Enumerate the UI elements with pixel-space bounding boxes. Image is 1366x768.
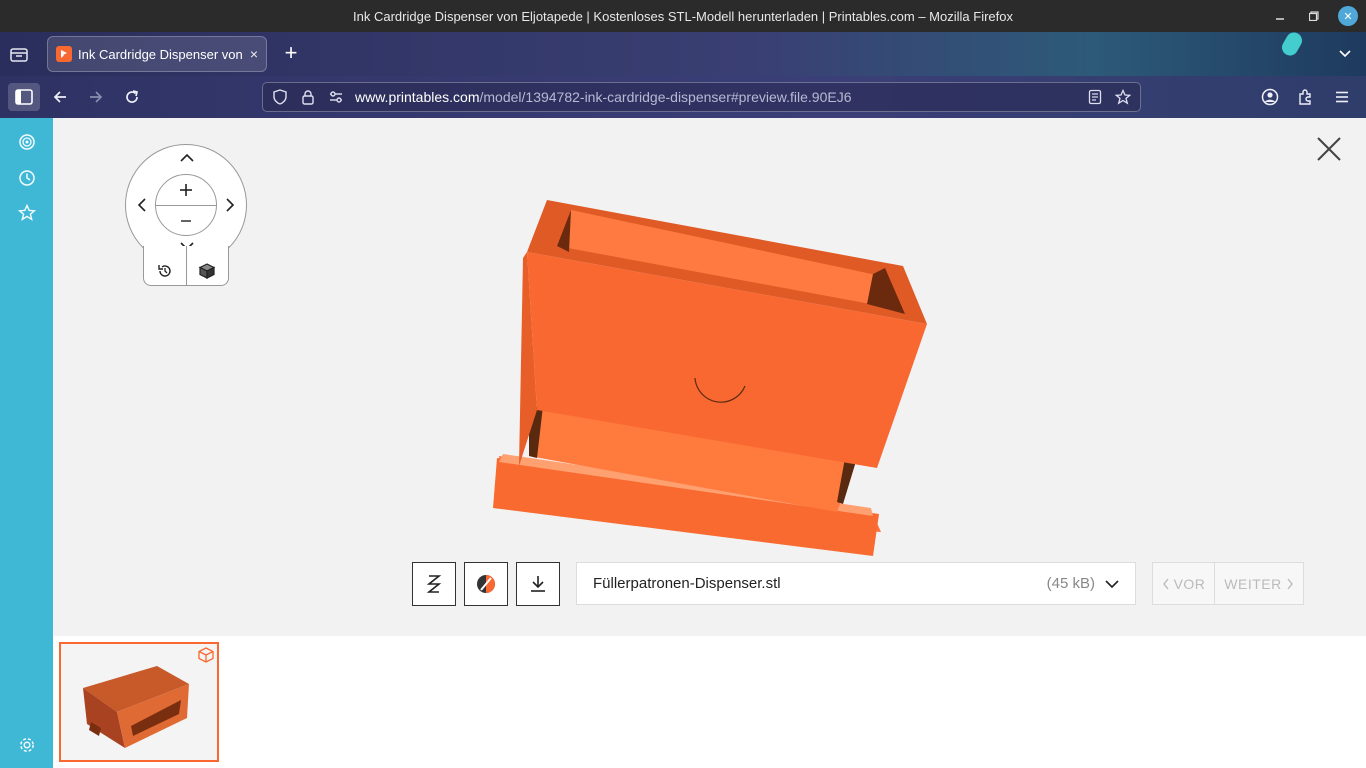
thumbnail-model-image [83,666,189,748]
viewer-toolbar [412,562,560,606]
next-label: WEITER [1224,575,1282,592]
printables-favicon-icon [56,46,72,62]
zoom-out-icon[interactable] [175,210,197,232]
zoom-in-icon[interactable] [175,179,197,201]
previous-label: VOR [1173,575,1206,592]
pan-up-chevron-icon[interactable] [176,147,198,169]
lock-icon[interactable] [299,88,317,106]
maximize-icon[interactable] [1304,6,1324,26]
reset-view-icon[interactable] [144,246,186,285]
back-arrow-icon[interactable] [48,85,72,109]
list-all-tabs-chevron-icon[interactable] [1338,46,1352,65]
reader-view-icon[interactable] [1086,88,1104,106]
open-in-slicer-button[interactable] [464,562,508,606]
next-file-button[interactable]: WEITER [1215,563,1303,604]
tab-overview-icon[interactable] [9,44,29,64]
new-tab-button[interactable]: + [280,40,302,65]
chevron-left-icon [1162,578,1169,589]
pan-left-chevron-icon[interactable] [131,194,153,216]
bookmark-star-icon[interactable] [1114,88,1132,106]
dropdown-chevron-icon [1105,579,1119,588]
settings-gear-icon[interactable] [17,735,37,755]
reload-icon[interactable] [120,85,144,109]
file-pager: VOR WEITER [1152,562,1304,605]
download-icon [531,576,545,592]
zoom-divider [156,205,216,206]
tab-printables[interactable]: Ink Cardridge Dispenser von Eljotapede |… [47,36,267,72]
prusa-slicer-icon [426,575,442,593]
view-extras [143,246,229,286]
forward-arrow-icon[interactable] [84,85,108,109]
tab-title: Ink Cardridge Dispenser von Eljotapede |… [78,46,244,62]
previous-file-button[interactable]: VOR [1153,563,1215,604]
close-viewer-icon[interactable] [1314,134,1344,164]
navigation-toolbar: www.printables.com/model/1394782-ink-car… [0,76,1366,118]
slice-print-button[interactable] [412,562,456,606]
ai-chatbot-icon[interactable] [17,132,37,152]
browser-sidebar [0,118,53,768]
thumbnail-item[interactable] [59,642,219,762]
chevron-right-icon [1287,578,1293,589]
close-window-icon[interactable]: ✕ [1338,6,1358,26]
account-icon[interactable] [1258,85,1282,109]
file-name: Füllerpatronen-Dispenser.stl [593,575,781,592]
url-text: www.printables.com/model/1394782-ink-car… [355,89,852,105]
3d-model-cube-icon [197,646,215,664]
file-select[interactable]: Füllerpatronen-Dispenser.stl (45 kB) [576,562,1136,605]
tracking-shield-icon[interactable] [271,88,289,106]
url-host: www.printables.com [355,89,480,105]
pan-right-chevron-icon[interactable] [219,194,241,216]
thumbnail-strip [53,636,1366,768]
tab-strip: Ink Cardridge Dispenser von Eljotapede |… [0,29,1366,76]
sidebar-toggle-icon[interactable] [8,83,40,111]
url-bar[interactable]: www.printables.com/model/1394782-ink-car… [262,82,1141,112]
hamburger-menu-icon[interactable] [1330,85,1354,109]
zoom-control [155,174,217,236]
cube-view-icon[interactable] [185,246,229,285]
minimize-icon[interactable] [1270,6,1290,26]
close-tab-icon[interactable]: × [250,46,258,62]
decorative-glow [1279,29,1305,59]
slicer-logo-icon [477,575,495,593]
window-title: Ink Cardridge Dispenser von Eljotapede |… [353,8,1013,24]
download-button[interactable] [516,562,560,606]
file-size: (45 kB) [1046,575,1095,592]
permissions-icon[interactable] [327,88,345,106]
window-controls: ✕ [1270,6,1358,26]
history-clock-icon[interactable] [17,168,37,188]
extensions-puzzle-icon[interactable] [1294,85,1318,109]
bookmarks-star-icon[interactable] [17,203,37,223]
3d-model-render[interactable] [493,196,933,556]
window-titlebar: Ink Cardridge Dispenser von Eljotapede |… [0,0,1366,32]
model-viewer[interactable]: Füllerpatronen-Dispenser.stl (45 kB) VOR… [53,118,1366,636]
url-path: /model/1394782-ink-cardridge-dispenser#p… [479,89,852,105]
